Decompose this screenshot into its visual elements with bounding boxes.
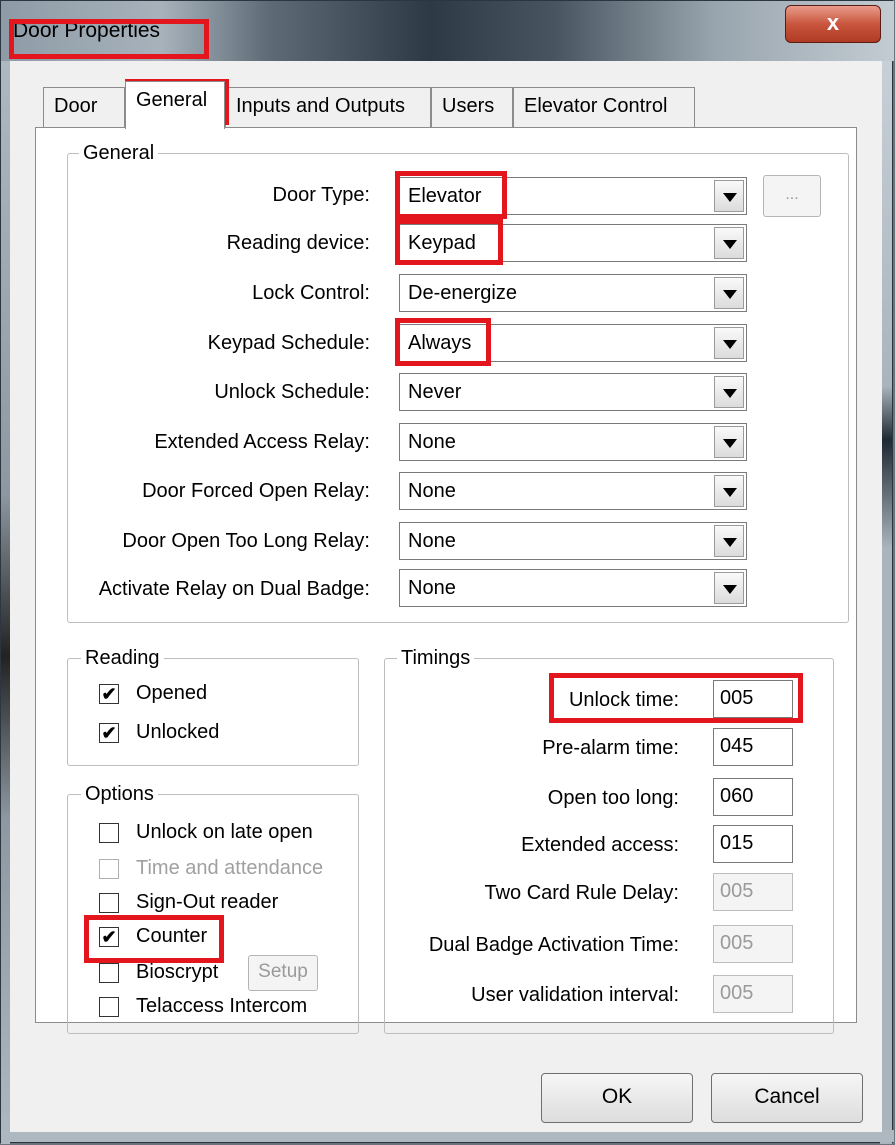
reading-device-value: Keypad xyxy=(408,232,476,254)
chevron-down-icon[interactable] xyxy=(714,327,744,359)
general-group-label: General xyxy=(79,142,159,164)
lock-control-label: Lock Control: xyxy=(252,282,370,304)
pre-alarm-time-input[interactable]: 045 xyxy=(713,728,793,766)
open-too-long-label: Open too long: xyxy=(547,787,679,809)
close-button[interactable]: x xyxy=(785,5,881,43)
cancel-button[interactable]: Cancel xyxy=(711,1073,863,1123)
dual-badge-relay-label: Activate Relay on Dual Badge: xyxy=(98,578,370,600)
bioscrypt-checkbox[interactable] xyxy=(99,963,119,983)
door-open-too-long-relay-label: Door Open Too Long Relay: xyxy=(122,530,370,552)
time-and-attendance-label: Time and attendance xyxy=(136,857,324,879)
timings-group-label: Timings xyxy=(397,647,475,669)
door-forced-open-relay-label: Door Forced Open Relay: xyxy=(142,480,370,502)
dual-badge-activation-time-input: 005 xyxy=(713,925,793,963)
unlock-schedule-label: Unlock Schedule: xyxy=(214,381,370,403)
door-type-label: Door Type: xyxy=(272,184,370,206)
ok-button[interactable]: OK xyxy=(541,1073,693,1123)
title-bar[interactable]: Door Properties x xyxy=(1,1,894,61)
opened-label: Opened xyxy=(136,682,208,704)
chevron-down-icon[interactable] xyxy=(714,525,744,557)
window-frame-left xyxy=(1,61,10,1144)
two-card-rule-delay-label: Two Card Rule Delay: xyxy=(484,882,679,904)
telaccess-intercom-checkbox[interactable] xyxy=(99,997,119,1017)
unlocked-label: Unlocked xyxy=(136,721,220,743)
chevron-down-icon[interactable] xyxy=(714,426,744,458)
extended-access-label: Extended access: xyxy=(521,834,679,856)
counter-label: Counter xyxy=(136,925,208,947)
unlock-time-label: Unlock time: xyxy=(568,689,679,711)
window-title: Door Properties xyxy=(13,19,161,42)
chevron-down-icon[interactable] xyxy=(714,376,744,408)
chevron-down-icon[interactable] xyxy=(714,475,744,507)
sign-out-reader-checkbox[interactable] xyxy=(99,893,119,913)
unlock-on-late-open-checkbox[interactable] xyxy=(99,823,119,843)
dual-badge-relay-value: None xyxy=(408,577,456,599)
door-type-browse-button[interactable]: ... xyxy=(763,175,821,217)
dual-badge-activation-time-label: Dual Badge Activation Time: xyxy=(428,934,679,956)
reading-group-label: Reading xyxy=(81,647,164,669)
opened-checkbox[interactable]: ✔ xyxy=(99,684,119,704)
lock-control-value: De-energize xyxy=(408,282,517,304)
bioscrypt-setup-button: Setup xyxy=(248,955,318,991)
unlocked-checkbox[interactable]: ✔ xyxy=(99,723,119,743)
door-forced-open-relay-value: None xyxy=(408,480,456,502)
door-forced-open-relay-select[interactable]: None xyxy=(399,472,747,510)
tab-users[interactable]: Users xyxy=(431,87,513,127)
chevron-down-icon[interactable] xyxy=(714,572,744,604)
reading-device-select[interactable]: Keypad xyxy=(399,224,747,262)
sign-out-reader-label: Sign-Out reader xyxy=(136,891,279,913)
tab-elevator-control[interactable]: Elevator Control xyxy=(513,87,695,127)
open-too-long-input[interactable]: 060 xyxy=(713,778,793,816)
extended-access-relay-value: None xyxy=(408,431,456,453)
keypad-schedule-label: Keypad Schedule: xyxy=(207,332,370,354)
two-card-rule-delay-input: 005 xyxy=(713,873,793,911)
tab-general[interactable]: General xyxy=(125,81,225,129)
door-open-too-long-relay-value: None xyxy=(408,530,456,552)
extended-access-relay-label: Extended Access Relay: xyxy=(154,431,370,453)
door-type-value: Elevator xyxy=(408,185,482,207)
unlock-schedule-select[interactable]: Never xyxy=(399,373,747,411)
bioscrypt-label: Bioscrypt xyxy=(136,961,219,983)
extended-access-input[interactable]: 015 xyxy=(713,825,793,863)
user-validation-interval-input: 005 xyxy=(713,975,793,1013)
reading-device-label: Reading device: xyxy=(226,232,370,254)
options-group-label: Options xyxy=(81,783,158,805)
unlock-time-input[interactable]: 005 xyxy=(713,680,793,718)
reading-group xyxy=(67,658,359,766)
counter-checkbox[interactable]: ✔ xyxy=(99,927,119,947)
door-properties-window: Door Properties x Door General Inputs an… xyxy=(0,0,894,1144)
time-and-attendance-checkbox xyxy=(99,859,119,879)
user-validation-interval-label: User validation interval: xyxy=(471,984,679,1006)
door-open-too-long-relay-select[interactable]: None xyxy=(399,522,747,560)
unlock-on-late-open-label: Unlock on late open xyxy=(136,821,313,843)
door-type-select[interactable]: Elevator xyxy=(399,177,747,215)
chevron-down-icon[interactable] xyxy=(714,277,744,309)
tab-door[interactable]: Door xyxy=(43,87,125,127)
pre-alarm-time-label: Pre-alarm time: xyxy=(542,737,679,759)
chevron-down-icon[interactable] xyxy=(714,180,744,212)
keypad-schedule-select[interactable]: Always xyxy=(399,324,747,362)
lock-control-select[interactable]: De-energize xyxy=(399,274,747,312)
dual-badge-relay-select[interactable]: None xyxy=(399,569,747,607)
unlock-schedule-value: Never xyxy=(408,381,462,403)
extended-access-relay-select[interactable]: None xyxy=(399,423,747,461)
tab-inputs-outputs[interactable]: Inputs and Outputs xyxy=(225,87,431,127)
keypad-schedule-value: Always xyxy=(408,332,472,354)
telaccess-intercom-label: Telaccess Intercom xyxy=(136,995,308,1017)
chevron-down-icon[interactable] xyxy=(714,227,744,259)
